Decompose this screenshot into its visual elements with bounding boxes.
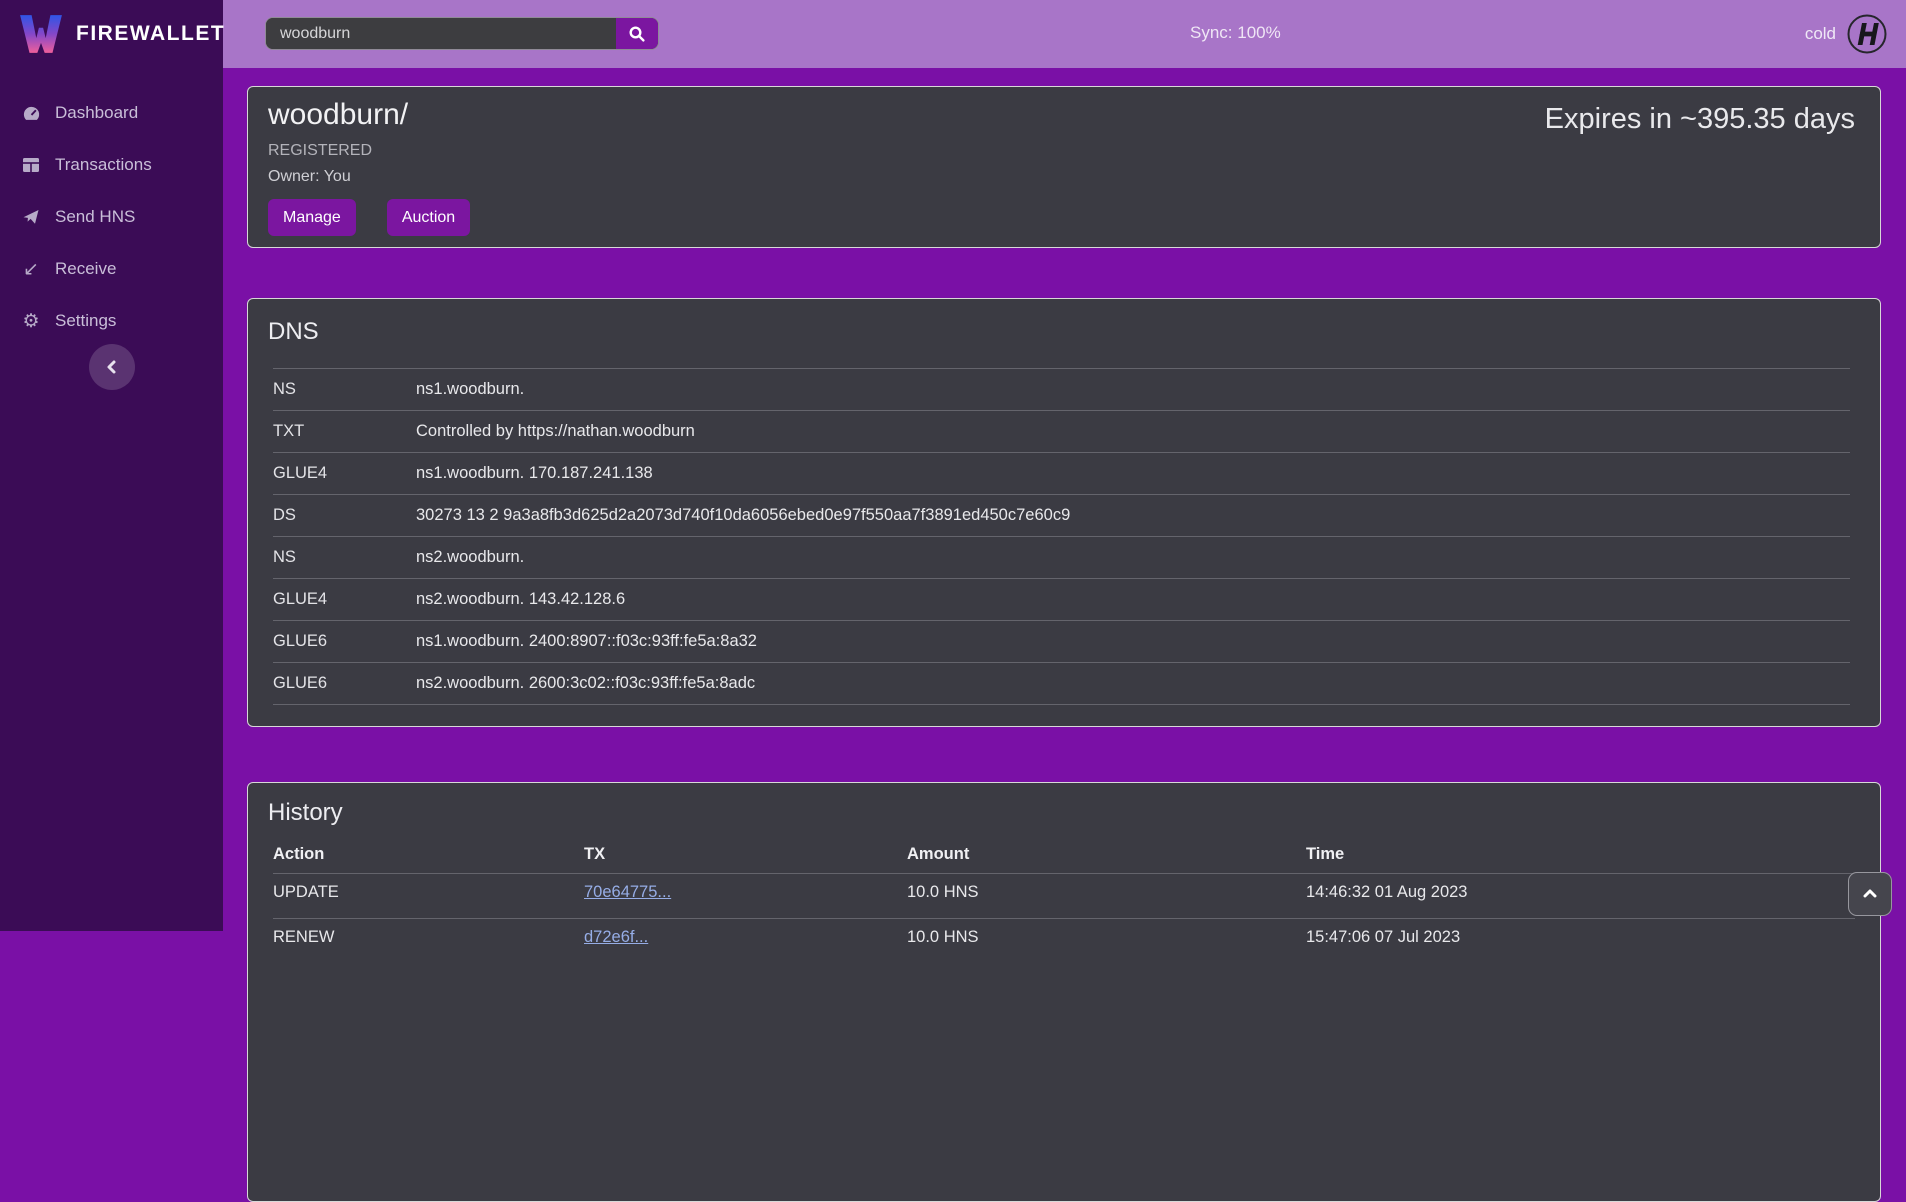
dns-record-type: GLUE4 (273, 464, 416, 483)
column-header-action: Action (273, 845, 584, 864)
domain-owner-label: Owner: You (268, 168, 1855, 186)
search-bar (265, 17, 659, 50)
brand: FIREWALLET (0, 0, 223, 65)
dns-record-row: GLUE6 ns1.woodburn. 2400:8907::f03c:93ff… (273, 621, 1850, 663)
dns-record-row: DS 30273 13 2 9a3a8fb3d625d2a2073d740f10… (273, 495, 1850, 537)
dns-record-value: ns2.woodburn. 2600:3c02::f03c:93ff:fe5a:… (416, 674, 755, 693)
dns-record-type: GLUE6 (273, 632, 416, 651)
dns-record-value: 30273 13 2 9a3a8fb3d625d2a2073d740f10da6… (416, 506, 1070, 525)
sidebar-item-transactions[interactable]: Transactions (0, 139, 223, 191)
sidebar-item-label: Receive (55, 259, 116, 279)
scroll-to-top-button[interactable] (1848, 872, 1892, 916)
history-section-title: History (268, 799, 1855, 827)
search-button[interactable] (616, 18, 658, 49)
sidebar-item-send-hns[interactable]: Send HNS (0, 191, 223, 243)
sidebar: FIREWALLET Dashboard Transactions (0, 0, 223, 931)
sidebar-item-receive[interactable]: ↙ Receive (0, 243, 223, 295)
manage-button[interactable]: Manage (268, 199, 356, 236)
dns-record-row: GLUE4 ns2.woodburn. 143.42.128.6 (273, 579, 1850, 621)
table-icon (20, 157, 42, 173)
arrow-down-left-icon: ↙ (20, 260, 42, 279)
history-table: Action TX Amount Time UPDATE 70e64775...… (273, 845, 1855, 963)
brand-name: FIREWALLET (76, 22, 225, 46)
dns-record-row: GLUE6 ns2.woodburn. 2600:3c02::f03c:93ff… (273, 663, 1850, 705)
auction-button[interactable]: Auction (387, 199, 470, 236)
sidebar-nav: Dashboard Transactions Send HNS ↙ Rece (0, 87, 223, 347)
domain-state-label: REGISTERED (268, 142, 1855, 160)
sidebar-item-dashboard[interactable]: Dashboard (0, 87, 223, 139)
domain-expiry-label: Expires in ~395.35 days (1545, 103, 1855, 136)
dns-record-value: ns1.woodburn. (416, 380, 524, 399)
firewallet-logo-icon (18, 13, 64, 55)
dns-record-value: ns1.woodburn. 2400:8907::f03c:93ff:fe5a:… (416, 632, 757, 651)
tx-link[interactable]: 70e64775... (584, 883, 671, 901)
dns-record-row: TXT Controlled by https://nathan.woodbur… (273, 411, 1850, 453)
history-row: UPDATE 70e64775... 10.0 HNS 14:46:32 01 … (273, 873, 1855, 918)
wallet-mode-label: cold (1805, 24, 1836, 44)
dns-card: DNS NS ns1.woodburn. TXT Controlled by h… (247, 298, 1881, 727)
search-input[interactable] (266, 18, 616, 49)
history-action: UPDATE (273, 883, 584, 902)
column-header-time: Time (1306, 845, 1855, 864)
dns-record-type: TXT (273, 422, 416, 441)
column-header-tx: TX (584, 845, 907, 864)
history-row: RENEW d72e6f... 10.0 HNS 15:47:06 07 Jul… (273, 918, 1855, 963)
handshake-logo-icon (1846, 13, 1888, 55)
sidebar-item-label: Transactions (55, 155, 152, 175)
sidebar-item-settings[interactable]: ⚙ Settings (0, 295, 223, 347)
dns-record-type: GLUE6 (273, 674, 416, 693)
dns-record-value: ns2.woodburn. (416, 548, 524, 567)
domain-card: woodburn/ REGISTERED Owner: You Manage A… (247, 86, 1881, 248)
gear-icon: ⚙ (20, 312, 42, 331)
dns-record-value: ns1.woodburn. 170.187.241.138 (416, 464, 653, 483)
sidebar-item-label: Send HNS (55, 207, 135, 227)
dns-record-value: ns2.woodburn. 143.42.128.6 (416, 590, 625, 609)
dns-records-table: NS ns1.woodburn. TXT Controlled by https… (273, 368, 1850, 705)
chevron-left-icon (103, 358, 121, 376)
dns-record-value: Controlled by https://nathan.woodburn (416, 422, 695, 441)
wallet-status-group: cold (1805, 0, 1888, 68)
search-icon (628, 25, 646, 43)
dns-record-type: NS (273, 548, 416, 567)
column-header-amount: Amount (907, 845, 1306, 864)
sidebar-collapse-button[interactable] (89, 344, 135, 390)
paper-plane-icon (20, 208, 42, 226)
dns-record-row: NS ns1.woodburn. (273, 369, 1850, 411)
chevron-up-icon (1861, 885, 1879, 903)
history-table-header: Action TX Amount Time (273, 845, 1855, 873)
topbar: Sync: 100% cold (223, 0, 1906, 68)
sidebar-item-label: Dashboard (55, 103, 138, 123)
dns-record-type: GLUE4 (273, 590, 416, 609)
sync-status: Sync: 100% (1190, 23, 1281, 43)
dns-record-row: NS ns2.woodburn. (273, 537, 1850, 579)
dns-section-title: DNS (268, 318, 1855, 346)
dns-record-type: NS (273, 380, 416, 399)
sidebar-item-label: Settings (55, 311, 116, 331)
history-time: 14:46:32 01 Aug 2023 (1306, 883, 1855, 902)
dns-record-row: GLUE4 ns1.woodburn. 170.187.241.138 (273, 453, 1850, 495)
history-amount: 10.0 HNS (907, 883, 1306, 902)
handshake-wallet-button[interactable] (1846, 13, 1888, 55)
gauge-icon (20, 104, 42, 123)
domain-actions: Manage Auction (268, 199, 1855, 236)
history-card: History Action TX Amount Time UPDATE 70e… (247, 782, 1881, 1202)
dns-record-type: DS (273, 506, 416, 525)
